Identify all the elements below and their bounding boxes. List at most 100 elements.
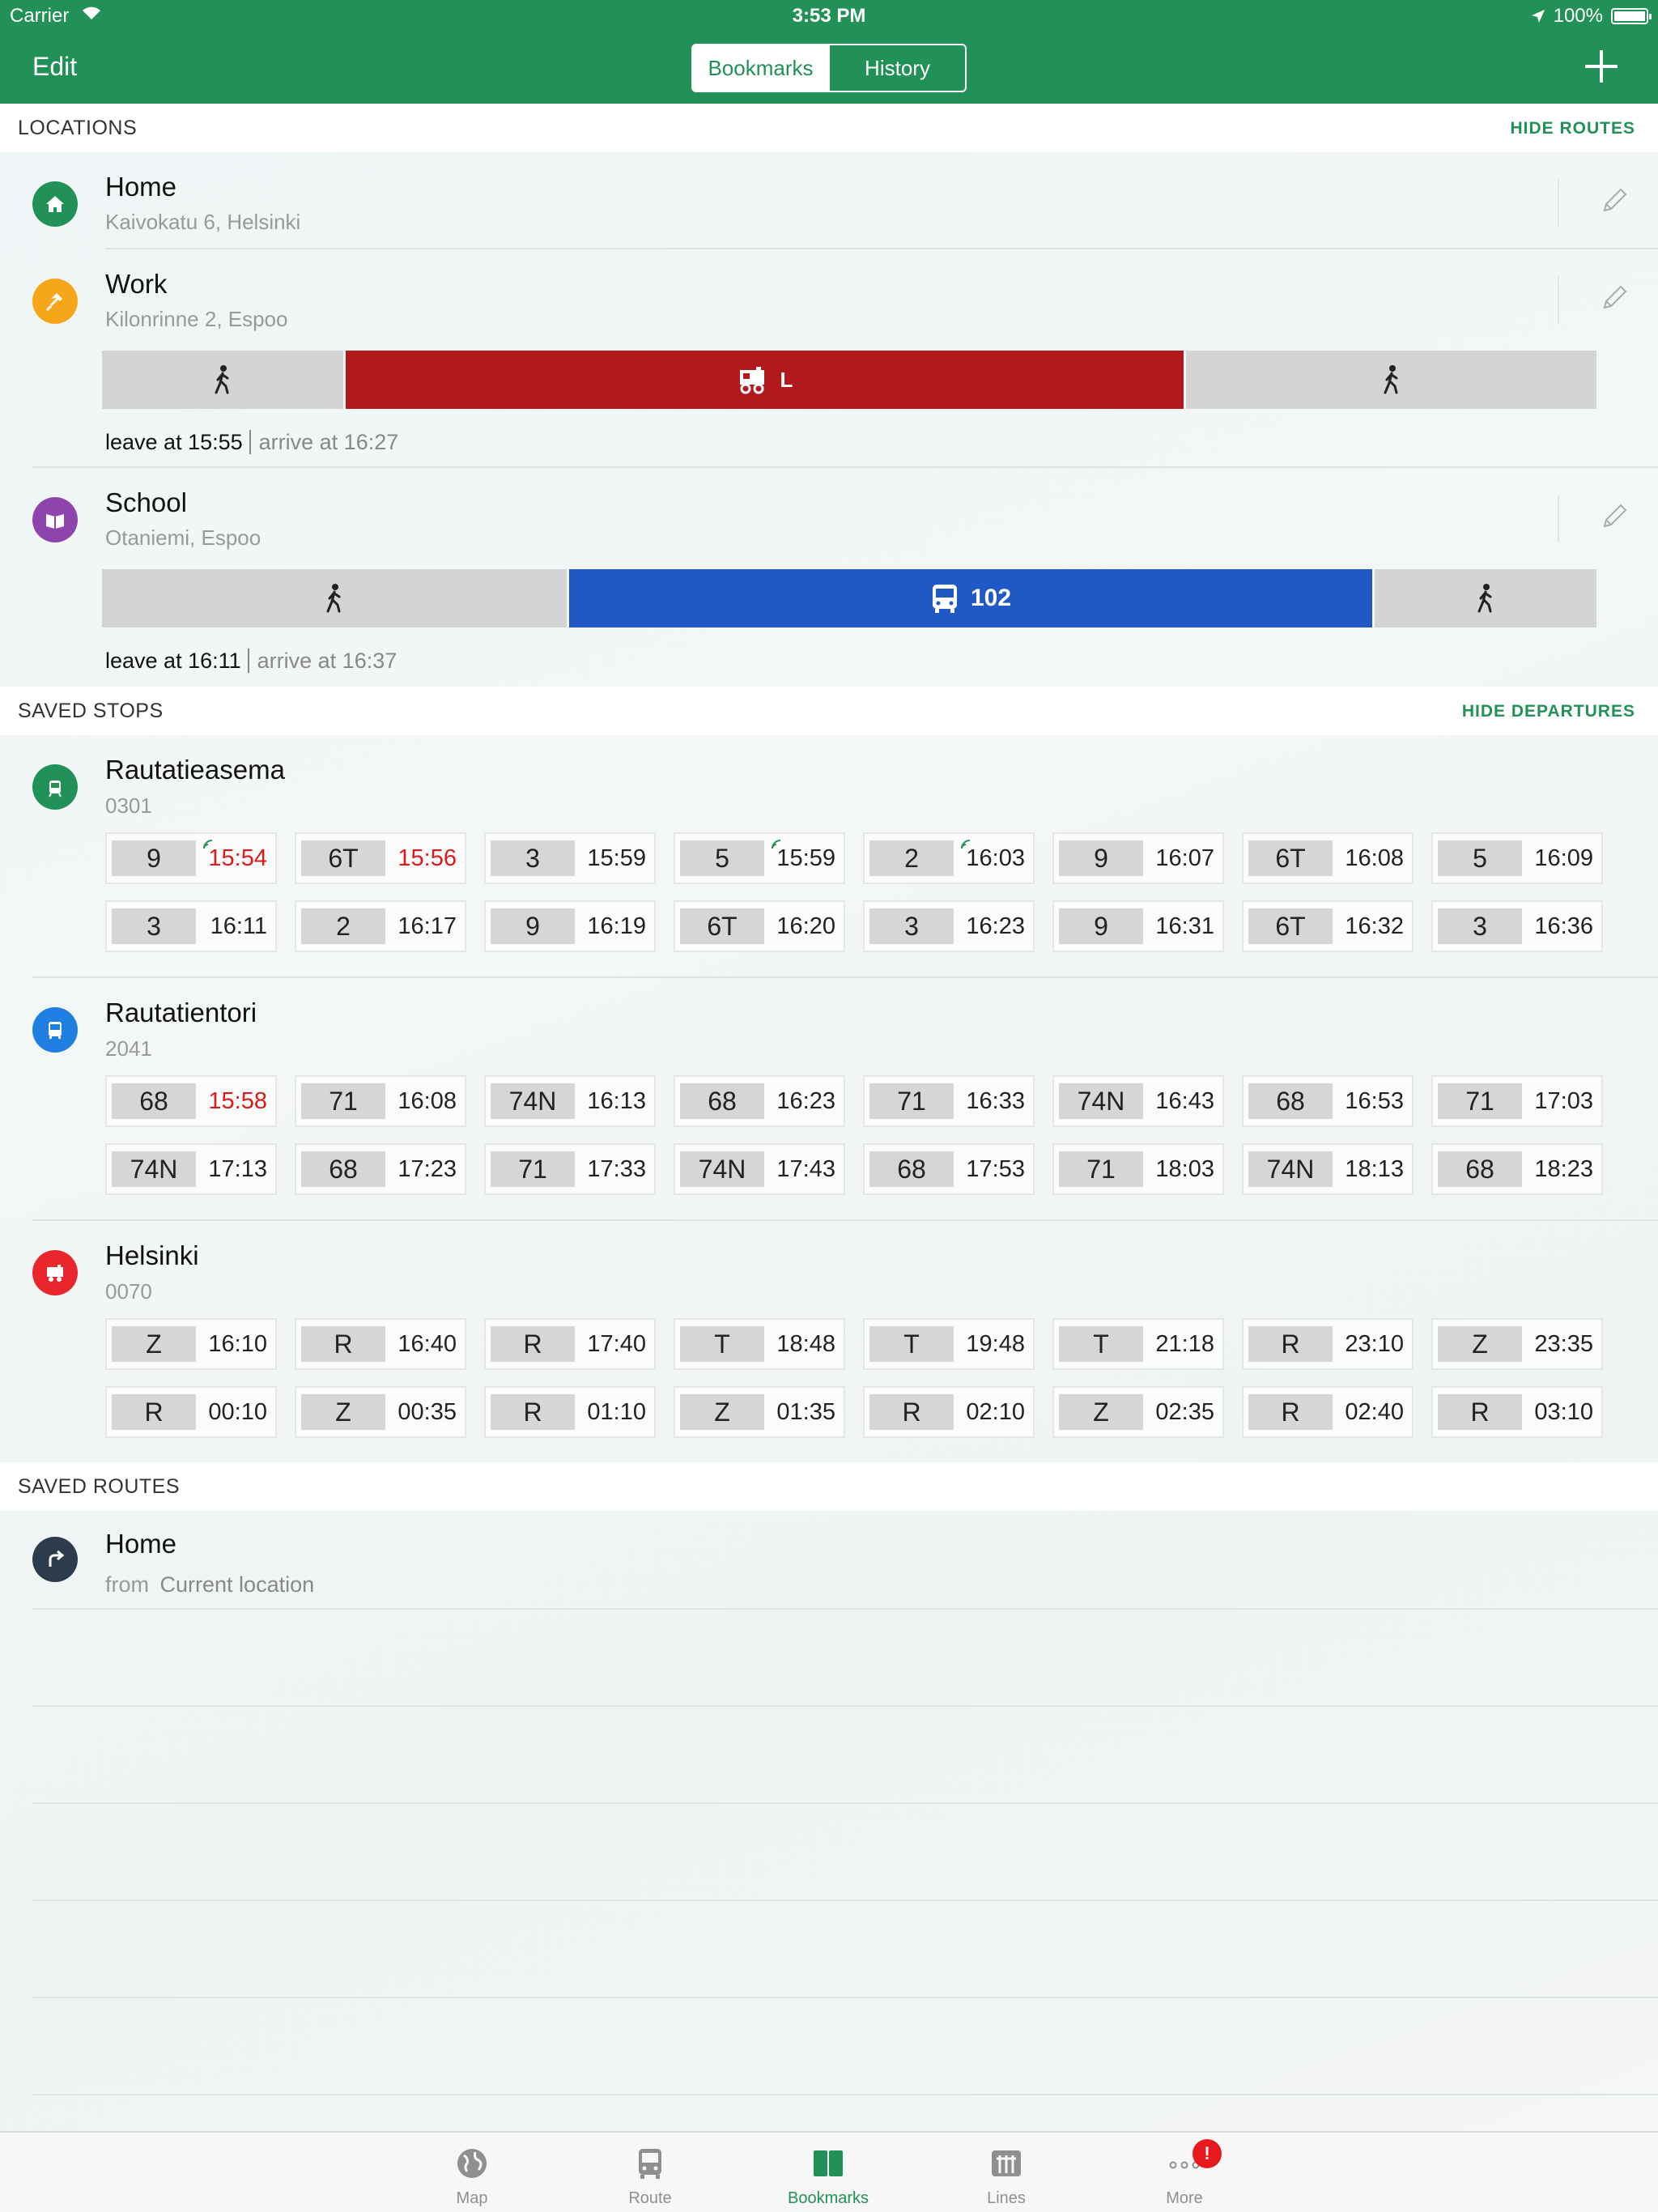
departure-time: 18:48 xyxy=(776,1331,835,1357)
edit-pencil-icon[interactable] xyxy=(1600,283,1629,313)
departure-cell[interactable]: T 21:18 xyxy=(1052,1318,1224,1370)
tab-route[interactable]: Route xyxy=(585,2133,715,2212)
departure-cell[interactable]: 71 17:03 xyxy=(1431,1075,1603,1127)
navigation-bar: Carrier 3:53 PM 100% Edit Bookmarks Hist… xyxy=(0,0,1658,104)
stop-name[interactable]: Helsinki xyxy=(105,1240,199,1271)
add-icon[interactable] xyxy=(1585,50,1618,83)
line-number: T xyxy=(1059,1326,1143,1362)
empty-row-divider xyxy=(32,1899,1658,1901)
location-name[interactable]: Work xyxy=(105,269,167,300)
departure-cell[interactable]: 3 16:36 xyxy=(1431,900,1603,952)
walk-segment[interactable] xyxy=(1375,569,1596,627)
departure-cell[interactable]: 74N 17:13 xyxy=(105,1143,277,1195)
departure-cell[interactable]: 2 16:17 xyxy=(295,900,466,952)
departure-cell[interactable]: 2 16:03 xyxy=(863,832,1035,884)
battery-icon xyxy=(1611,8,1652,24)
departure-cell[interactable]: R 02:10 xyxy=(863,1386,1035,1438)
departure-cell[interactable]: Z 02:35 xyxy=(1052,1386,1224,1438)
segment-history[interactable]: History xyxy=(828,45,965,91)
bus-icon xyxy=(32,1007,78,1053)
tab-lines[interactable]: Lines xyxy=(942,2133,1071,2212)
departure-cell[interactable]: 9 16:19 xyxy=(484,900,656,952)
departure-cell[interactable]: 68 16:23 xyxy=(674,1075,845,1127)
departure-cell[interactable]: R 01:10 xyxy=(484,1386,656,1438)
departure-cell[interactable]: T 18:48 xyxy=(674,1318,845,1370)
departure-cell[interactable]: R 23:10 xyxy=(1242,1318,1414,1370)
location-name[interactable]: School xyxy=(105,487,187,518)
departure-time: 15:59 xyxy=(776,845,835,871)
departure-cell[interactable]: 71 18:03 xyxy=(1052,1143,1224,1195)
line-number: 2 xyxy=(869,840,954,876)
departure-time: 16:11 xyxy=(210,913,267,939)
departure-cell[interactable]: 6T 16:20 xyxy=(674,900,845,952)
departure-cell[interactable]: R 00:10 xyxy=(105,1386,277,1438)
departure-cell[interactable]: 3 16:11 xyxy=(105,900,277,952)
line-number: 74N xyxy=(491,1083,575,1119)
row-divider xyxy=(32,1219,1658,1221)
book-icon xyxy=(32,497,78,542)
departure-cell[interactable]: 68 16:53 xyxy=(1242,1075,1414,1127)
leave-time: leave at 16:11 xyxy=(105,649,241,673)
stop-name[interactable]: Rautatieasema xyxy=(105,755,285,785)
departure-cell[interactable]: 68 17:23 xyxy=(295,1143,466,1195)
stop-name[interactable]: Rautatientori xyxy=(105,998,257,1028)
train-segment[interactable]: L xyxy=(346,351,1184,409)
walk-segment[interactable] xyxy=(102,569,567,627)
departure-cell[interactable]: R 17:40 xyxy=(484,1318,656,1370)
departure-cell[interactable]: 3 15:59 xyxy=(484,832,656,884)
departure-cell[interactable]: Z 16:10 xyxy=(105,1318,277,1370)
route-name[interactable]: Home xyxy=(105,1529,176,1559)
departure-cell[interactable]: R 03:10 xyxy=(1431,1386,1603,1438)
departure-cell[interactable]: 68 17:53 xyxy=(863,1143,1035,1195)
departure-cell[interactable]: 6T 16:08 xyxy=(1242,832,1414,884)
departure-cell[interactable]: Z 23:35 xyxy=(1431,1318,1603,1370)
departure-cell[interactable]: 6T 15:56 xyxy=(295,832,466,884)
tab-label: More xyxy=(1166,2189,1203,2207)
departure-time: 17:53 xyxy=(966,1156,1025,1182)
edit-button[interactable]: Edit xyxy=(32,52,77,82)
edit-pencil-icon[interactable] xyxy=(1600,186,1629,215)
departure-cell[interactable]: 74N 16:13 xyxy=(484,1075,656,1127)
departure-cell[interactable]: 68 18:23 xyxy=(1431,1143,1603,1195)
line-number: R xyxy=(1248,1394,1333,1430)
departure-cell[interactable]: R 16:40 xyxy=(295,1318,466,1370)
line-number: R xyxy=(112,1394,196,1430)
departure-time: 16:40 xyxy=(397,1331,457,1357)
departure-cell[interactable]: 9 15:54 xyxy=(105,832,277,884)
stop-code: 2041 xyxy=(105,1036,152,1061)
walk-segment[interactable] xyxy=(1186,351,1596,409)
tab-label: Lines xyxy=(987,2189,1026,2207)
segment-bookmarks[interactable]: Bookmarks xyxy=(693,45,828,91)
departure-cell[interactable]: 74N 16:43 xyxy=(1052,1075,1224,1127)
departure-cell[interactable]: 5 16:09 xyxy=(1431,832,1603,884)
departure-cell[interactable]: 71 16:08 xyxy=(295,1075,466,1127)
line-number: 3 xyxy=(1438,908,1522,944)
bus-segment[interactable]: 102 xyxy=(569,569,1372,627)
departure-cell[interactable]: 74N 18:13 xyxy=(1242,1143,1414,1195)
departure-cell[interactable]: 9 16:07 xyxy=(1052,832,1224,884)
departure-cell[interactable]: Z 01:35 xyxy=(674,1386,845,1438)
departure-cell[interactable]: T 19:48 xyxy=(863,1318,1035,1370)
route-times: leave at 15:55 arrive at 16:27 xyxy=(105,430,399,455)
edit-pencil-icon[interactable] xyxy=(1600,502,1629,531)
hide-departures-button[interactable]: HIDE DEPARTURES xyxy=(1462,702,1635,721)
departure-cell[interactable]: 71 16:33 xyxy=(863,1075,1035,1127)
tab-bookmarks[interactable]: Bookmarks xyxy=(763,2133,893,2212)
line-number: R xyxy=(301,1326,385,1362)
departure-cell[interactable]: 9 16:31 xyxy=(1052,900,1224,952)
departure-cell[interactable]: R 02:40 xyxy=(1242,1386,1414,1438)
departure-cell[interactable]: 68 15:58 xyxy=(105,1075,277,1127)
tab-more[interactable]: ! More xyxy=(1120,2133,1249,2212)
hide-routes-button[interactable]: HIDE ROUTES xyxy=(1510,119,1635,138)
walk-segment[interactable] xyxy=(102,351,343,409)
tab-map[interactable]: Map xyxy=(407,2133,537,2212)
location-name[interactable]: Home xyxy=(105,172,176,202)
departure-cell[interactable]: 3 16:23 xyxy=(863,900,1035,952)
departure-cell[interactable]: 71 17:33 xyxy=(484,1143,656,1195)
departure-cell[interactable]: 6T 16:32 xyxy=(1242,900,1414,952)
line-number: Z xyxy=(301,1394,385,1430)
departure-cell[interactable]: Z 00:35 xyxy=(295,1386,466,1438)
departure-time: 16:32 xyxy=(1345,913,1404,939)
departure-cell[interactable]: 74N 17:43 xyxy=(674,1143,845,1195)
departure-cell[interactable]: 5 15:59 xyxy=(674,832,845,884)
